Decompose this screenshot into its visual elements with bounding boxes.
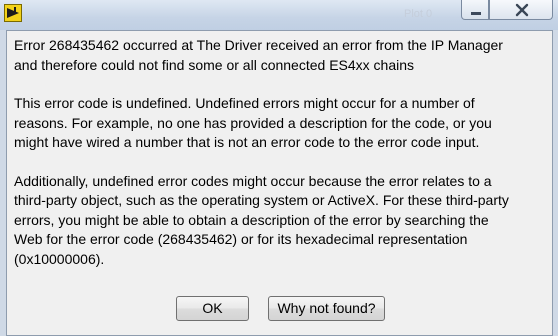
error-summary-paragraph: Error 268435462 occurred at The Driver r… xyxy=(14,37,503,73)
dialog-client-area: Error 268435462 occurred at The Driver r… xyxy=(6,30,553,336)
undefined-error-paragraph: This error code is undefined. Undefined … xyxy=(14,95,492,150)
error-dialog-window: Plot 0 Error 268435462 occurred at The D… xyxy=(0,0,558,336)
third-party-error-paragraph: Additionally, undefined error codes migh… xyxy=(14,172,509,267)
background-window-text: Plot 0 xyxy=(404,8,433,20)
ok-button[interactable]: OK xyxy=(176,296,249,321)
close-icon xyxy=(515,3,529,17)
error-message: Error 268435462 occurred at The Driver r… xyxy=(14,36,548,288)
close-button[interactable] xyxy=(489,0,553,20)
labview-warning-icon xyxy=(4,4,22,22)
title-bar[interactable]: Plot 0 xyxy=(0,0,558,30)
why-not-found-button[interactable]: Why not found? xyxy=(268,296,385,321)
minimize-icon xyxy=(471,12,481,15)
minimize-button[interactable] xyxy=(461,0,489,20)
